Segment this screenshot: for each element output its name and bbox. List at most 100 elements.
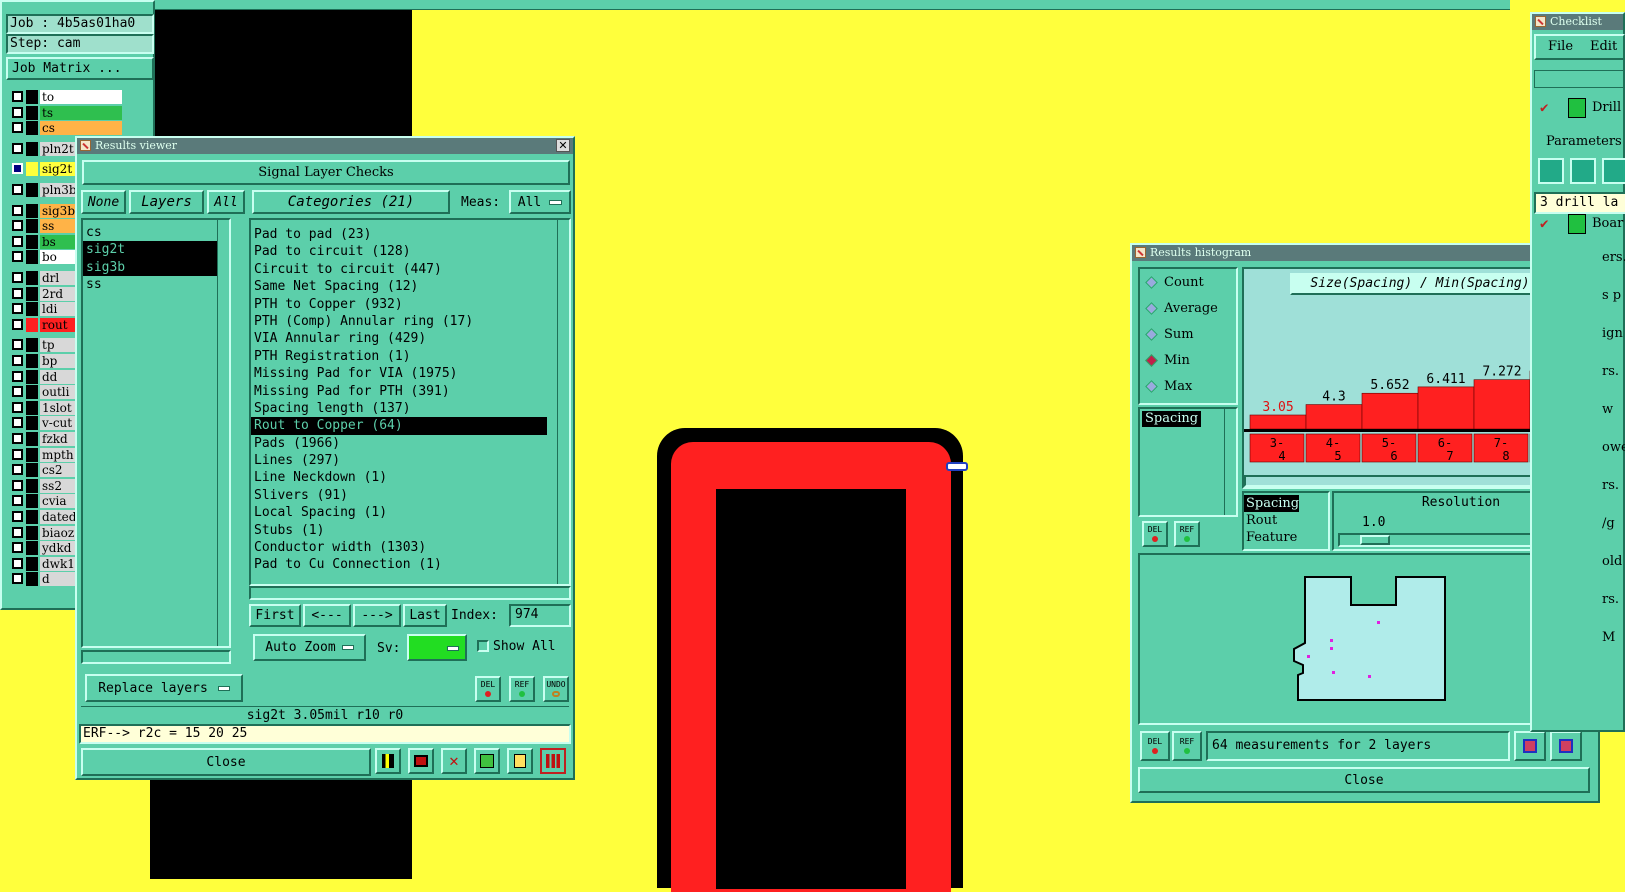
resolution-list-item[interactable]: Spacing (1244, 495, 1300, 512)
layer-color-swatch[interactable] (26, 463, 38, 478)
close-button[interactable]: Close (81, 748, 371, 776)
layer-checkbox[interactable] (12, 204, 23, 216)
layer-color-swatch[interactable] (26, 338, 38, 353)
layer-checkbox[interactable] (12, 184, 23, 195)
layer-list-hscroll[interactable] (81, 650, 231, 664)
category-item[interactable]: VIA Annular ring (429) (251, 330, 547, 347)
layer-color-swatch[interactable] (26, 478, 38, 493)
layer-row[interactable]: cs (8, 121, 122, 136)
layer-color-swatch[interactable] (26, 447, 38, 462)
layer-checkbox[interactable] (12, 303, 23, 315)
category-item[interactable]: PTH to Copper (932) (251, 296, 547, 313)
window-menu-icon[interactable] (1535, 16, 1546, 27)
layer-checkbox[interactable] (12, 401, 23, 413)
mode-radio-sum[interactable]: Sum (1140, 325, 1236, 345)
layer-checkbox[interactable] (12, 448, 23, 460)
layer-checkbox[interactable] (12, 106, 23, 118)
layer-color-swatch[interactable] (26, 432, 38, 446)
layer-color-swatch[interactable] (26, 121, 38, 136)
layer-checkbox[interactable] (12, 235, 23, 247)
layer-row[interactable]: ts (8, 105, 122, 121)
layer-color-swatch[interactable] (26, 317, 38, 332)
layer-color-swatch[interactable] (26, 250, 38, 265)
category-list-box[interactable]: Pad to pad (23) Pad to circuit (128) Circu… (249, 218, 571, 586)
job-matrix-button[interactable]: Job Matrix ... (6, 57, 154, 80)
layer-checkbox[interactable] (12, 573, 23, 585)
layer-color-swatch[interactable] (26, 183, 38, 197)
category-item[interactable]: Conductor width (1303) (251, 539, 547, 556)
layer-checkbox[interactable] (12, 542, 23, 554)
layer-row[interactable]: to (8, 90, 122, 105)
category-item[interactable]: Local Spacing (1) (251, 504, 547, 521)
category-item[interactable]: Spacing length (137) (251, 400, 547, 417)
number-button[interactable] (474, 748, 500, 774)
layer-color-swatch[interactable] (26, 302, 38, 317)
next-button[interactable]: ---> (353, 604, 401, 627)
sv-color-dropdown[interactable] (407, 634, 467, 661)
mode-radio-max[interactable]: Max (1140, 377, 1236, 397)
layer-color-swatch[interactable] (26, 162, 38, 177)
layer-color-swatch[interactable] (26, 510, 38, 524)
undo-button[interactable]: UNDO (543, 676, 569, 702)
first-button[interactable]: First (249, 604, 301, 627)
layer-checkbox[interactable] (12, 220, 23, 232)
report-button[interactable] (507, 748, 533, 774)
layer-checkbox[interactable] (12, 417, 23, 429)
category-item[interactable]: Stubs (1) (251, 522, 547, 539)
category-item[interactable]: PTH (Comp) Annular ring (17) (251, 313, 547, 330)
categories-button[interactable]: Categories (21) (252, 190, 450, 214)
layer-checkbox[interactable] (12, 91, 23, 102)
last-button[interactable]: Last (403, 604, 447, 627)
histogram-titlebar[interactable]: Results histogram ✕ (1132, 245, 1598, 261)
prev-button[interactable]: <--- (303, 604, 351, 627)
layer-color-swatch[interactable] (26, 556, 38, 571)
histogram-bar[interactable] (1473, 379, 1531, 430)
layer-color-swatch[interactable] (26, 234, 38, 249)
window-menu-icon[interactable] (80, 140, 91, 151)
layer-list-item[interactable]: ss (83, 276, 228, 293)
category-item[interactable]: Same Net Spacing (12) (251, 278, 547, 295)
layer-checkbox[interactable] (12, 495, 23, 507)
category-item[interactable]: Lines (297) (251, 452, 547, 469)
edit-menu[interactable]: Edit (1590, 39, 1617, 54)
layer-color-swatch[interactable] (26, 141, 38, 156)
layer-color-swatch[interactable] (26, 219, 38, 234)
layer-list-scrollbar[interactable] (217, 220, 229, 646)
results-viewer-titlebar[interactable]: Results viewer ✕ (77, 138, 573, 154)
check-icon[interactable]: ✔ (1540, 216, 1548, 232)
window-menu-icon[interactable] (1135, 247, 1146, 258)
layer-checkbox[interactable] (12, 355, 23, 366)
run-next-icon[interactable] (1602, 158, 1625, 184)
run-all-icon[interactable] (1570, 158, 1596, 184)
layer-checkbox[interactable] (12, 163, 23, 175)
layer-checkbox[interactable] (12, 251, 23, 263)
layer-list-item[interactable]: sig3b (83, 258, 228, 277)
layer-color-swatch[interactable] (26, 572, 38, 587)
chart-view-button[interactable] (375, 748, 401, 774)
layer-checkbox[interactable] (12, 370, 23, 382)
layer-checkbox[interactable] (12, 464, 23, 476)
category-item[interactable]: Pad to circuit (128) (251, 243, 547, 260)
category-item[interactable]: Pad to pad (23) (251, 226, 547, 243)
layer-list-item[interactable]: sig2t (83, 241, 228, 259)
hist-del-button[interactable]: DEL (1140, 731, 1170, 761)
layer-checkbox[interactable] (12, 557, 23, 569)
zoom-view-button[interactable] (408, 748, 434, 774)
category-item[interactable]: Pad to Cu Connection (1) (251, 556, 547, 573)
layers-button[interactable]: Layers (129, 190, 204, 214)
category-item[interactable]: Line Neckdown (1) (251, 469, 547, 486)
hist-ref-button[interactable]: REF (1172, 731, 1202, 761)
auto-zoom-dropdown[interactable]: Auto Zoom (253, 634, 366, 661)
left-list-item[interactable]: Spacing (1142, 411, 1202, 427)
board-preview[interactable] (1138, 553, 1590, 725)
histogram-bar[interactable] (1249, 414, 1307, 430)
clear-button[interactable]: ✕ (441, 748, 467, 774)
left-list-box[interactable]: Spacing (1138, 407, 1238, 517)
show-all-checkbox[interactable] (477, 640, 489, 652)
category-item[interactable]: Circuit to circuit (447) (251, 261, 547, 278)
layer-color-swatch[interactable] (26, 541, 38, 556)
layer-checkbox[interactable] (12, 339, 23, 351)
layer-color-swatch[interactable] (26, 90, 38, 104)
del-button[interactable]: DEL (475, 676, 501, 702)
layer-list-item[interactable]: cs (83, 224, 228, 241)
